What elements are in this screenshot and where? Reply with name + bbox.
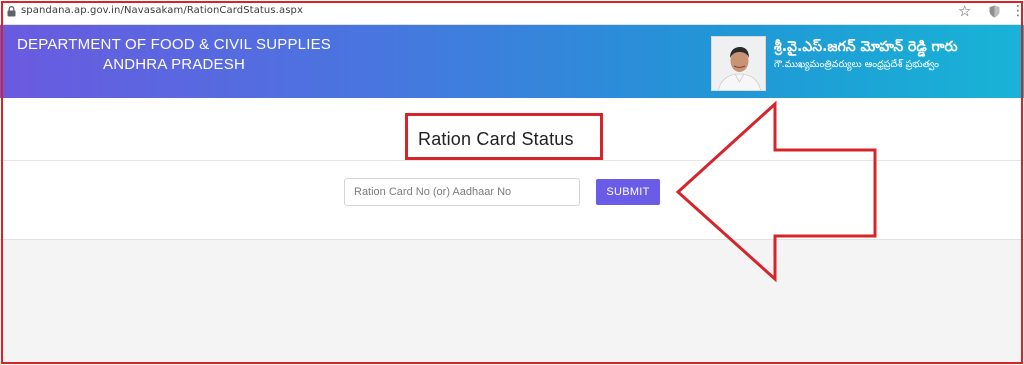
chief-minister-name: శ్రీ.వై.ఎస్.జగన్ మోహన్ రెడ్డి గారు	[774, 39, 958, 55]
submit-button[interactable]: SUBMIT	[596, 179, 660, 205]
chief-minister-title: గౌ.ముఖ్యమంత్రివర్యులు ఆంధ్రప్రదేశ్ ప్రభు…	[774, 59, 939, 70]
url-text[interactable]: spandana.ap.gov.in/Navasakam/RationCardS…	[21, 5, 303, 16]
page-title: Ration Card Status	[418, 129, 574, 149]
title-section: Ration Card Status	[0, 98, 1024, 161]
page-background	[0, 240, 1024, 365]
browser-address-bar: spandana.ap.gov.in/Navasakam/RationCardS…	[0, 0, 1024, 25]
lock-icon	[7, 6, 16, 17]
department-line-1: DEPARTMENT OF FOOD & CIVIL SUPPLIES	[16, 36, 331, 53]
search-form: SUBMIT	[0, 161, 1024, 240]
star-icon[interactable]: ☆	[958, 2, 971, 20]
menu-icon[interactable]: ⋮	[1011, 2, 1024, 20]
header-banner: DEPARTMENT OF FOOD & CIVIL SUPPLIES ANDH…	[0, 25, 1024, 98]
ration-card-input[interactable]	[344, 178, 580, 206]
shield-icon[interactable]	[989, 5, 1000, 18]
department-line-2: ANDHRA PRADESH	[103, 56, 245, 73]
chief-minister-photo	[711, 36, 766, 91]
department-title: DEPARTMENT OF FOOD & CIVIL SUPPLIES ANDH…	[0, 35, 348, 75]
